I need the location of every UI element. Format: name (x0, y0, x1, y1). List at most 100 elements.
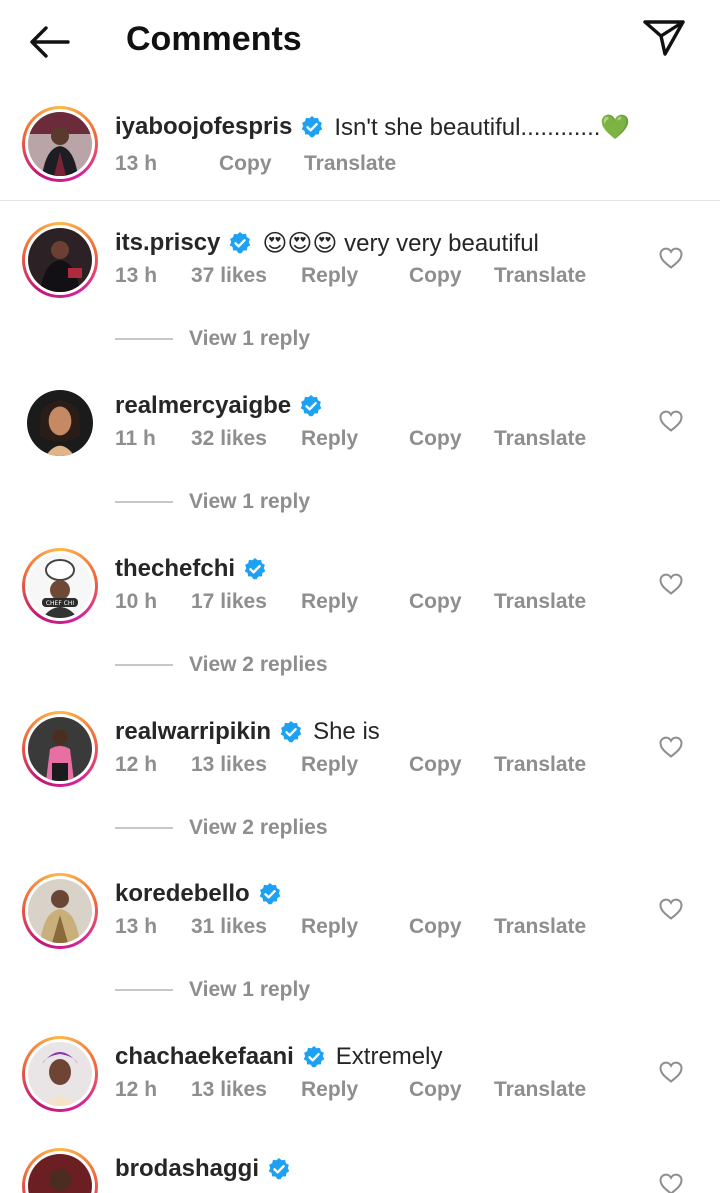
likes-count[interactable]: 32 likes (191, 427, 267, 451)
avatar[interactable] (22, 873, 98, 949)
copy-button[interactable]: Copy (409, 915, 462, 939)
view-replies-label: View 1 reply (189, 490, 311, 513)
reply-button[interactable]: Reply (301, 1078, 358, 1102)
view-replies-button[interactable]: View 2 replies (115, 650, 328, 680)
verified-badge-icon (228, 231, 252, 255)
verified-badge-icon (267, 1157, 291, 1181)
likes-count[interactable]: 17 likes (191, 590, 267, 614)
view-replies-button[interactable]: View 1 reply (115, 975, 310, 1005)
avatar-photo (28, 1154, 92, 1193)
like-button[interactable] (658, 1172, 684, 1193)
verified-badge-icon (299, 394, 323, 418)
view-replies-button[interactable]: View 1 reply (115, 324, 310, 354)
verified-badge-icon (258, 882, 282, 906)
comment-username[interactable]: thechefchi (115, 555, 235, 583)
back-button[interactable] (26, 22, 72, 62)
avatar[interactable] (22, 106, 98, 182)
comment-username[interactable]: its.priscy (115, 229, 220, 257)
caption-username[interactable]: iyaboojofespris (115, 113, 292, 141)
avatar[interactable]: CHEF CHI (22, 548, 98, 624)
svg-text:CHEF CHI: CHEF CHI (46, 600, 75, 607)
reply-button[interactable]: Reply (301, 915, 358, 939)
like-button[interactable] (658, 409, 684, 433)
avatar[interactable] (22, 1036, 98, 1112)
copy-button[interactable]: Copy (409, 427, 462, 451)
arrow-left-icon (30, 26, 70, 58)
copy-button[interactable]: Copy (409, 1078, 462, 1102)
avatar[interactable] (22, 1148, 98, 1193)
translate-button[interactable]: Translate (494, 753, 586, 777)
reply-button[interactable]: Reply (301, 590, 358, 614)
divider (115, 501, 173, 503)
comment-username[interactable]: chachaekefaani (115, 1043, 294, 1071)
comment-time: 13 h (115, 152, 158, 175)
heart-icon (659, 573, 683, 595)
avatar-photo (27, 390, 93, 456)
translate-button[interactable]: Translate (304, 152, 396, 176)
copy-button[interactable]: Copy (409, 264, 462, 288)
divider (115, 338, 173, 340)
page-title: Comments (126, 20, 302, 58)
likes-count[interactable]: 37 likes (191, 264, 267, 288)
paper-plane-icon (643, 20, 685, 56)
comment-text: She is (313, 718, 380, 745)
view-replies-label: View 1 reply (189, 978, 311, 1001)
reply-button[interactable]: Reply (301, 264, 358, 288)
post-caption: iyaboojofespris Isn't she beautiful.....… (0, 96, 720, 201)
heart-icon (659, 1173, 683, 1193)
divider (115, 827, 173, 829)
avatar-photo (28, 717, 92, 781)
share-button[interactable] (640, 16, 688, 60)
copy-button[interactable]: Copy (409, 753, 462, 777)
like-button[interactable] (658, 572, 684, 596)
verified-badge-icon (300, 115, 324, 139)
comment-username[interactable]: realwarripikin (115, 718, 271, 746)
comment-text: Extremely (335, 1043, 443, 1070)
avatar-photo (28, 879, 92, 943)
top-bar: Comments (0, 0, 720, 82)
comment-username[interactable]: realmercyaigbe (115, 392, 291, 420)
likes-count[interactable]: 13 likes (191, 753, 267, 777)
comment-time: 12 h (115, 753, 158, 776)
comment-time: 13 h (115, 264, 158, 287)
translate-button[interactable]: Translate (494, 427, 586, 451)
likes-count[interactable]: 13 likes (191, 1078, 267, 1102)
divider (115, 989, 173, 991)
caption-text: Isn't she beautiful............💚 (334, 113, 631, 141)
likes-count[interactable]: 31 likes (191, 915, 267, 939)
view-replies-button[interactable]: View 1 reply (115, 487, 310, 517)
like-button[interactable] (658, 246, 684, 270)
comment-time: 12 h (115, 1078, 158, 1101)
reply-button[interactable]: Reply (301, 427, 358, 451)
view-replies-button[interactable]: View 2 replies (115, 813, 328, 843)
like-button[interactable] (658, 1060, 684, 1084)
translate-button[interactable]: Translate (494, 590, 586, 614)
avatar[interactable] (22, 711, 98, 787)
like-button[interactable] (658, 897, 684, 921)
avatar-photo: CHEF CHI (28, 554, 92, 618)
heart-icon (659, 410, 683, 432)
avatar[interactable] (22, 222, 98, 298)
avatar[interactable] (22, 385, 98, 461)
like-button[interactable] (658, 735, 684, 759)
translate-button[interactable]: Translate (494, 1078, 586, 1102)
heart-icon (659, 736, 683, 758)
avatar-photo (28, 228, 92, 292)
copy-button[interactable]: Copy (409, 590, 462, 614)
verified-badge-icon (243, 557, 267, 581)
translate-button[interactable]: Translate (494, 915, 586, 939)
translate-button[interactable]: Translate (494, 264, 586, 288)
comment-username[interactable]: brodashaggi (115, 1155, 259, 1183)
verified-badge-icon (302, 1045, 326, 1069)
view-replies-label: View 1 reply (189, 327, 311, 350)
reply-button[interactable]: Reply (301, 753, 358, 777)
comment-text: 😍😍😍 very very beautiful (262, 229, 539, 257)
avatar-photo (28, 1042, 92, 1106)
verified-badge-icon (279, 720, 303, 744)
copy-button[interactable]: Copy (219, 152, 272, 176)
comment-username[interactable]: koredebello (115, 880, 250, 908)
comment-time: 10 h (115, 590, 158, 613)
heart-icon (659, 247, 683, 269)
view-replies-label: View 2 replies (189, 816, 328, 839)
heart-icon (659, 1061, 683, 1083)
